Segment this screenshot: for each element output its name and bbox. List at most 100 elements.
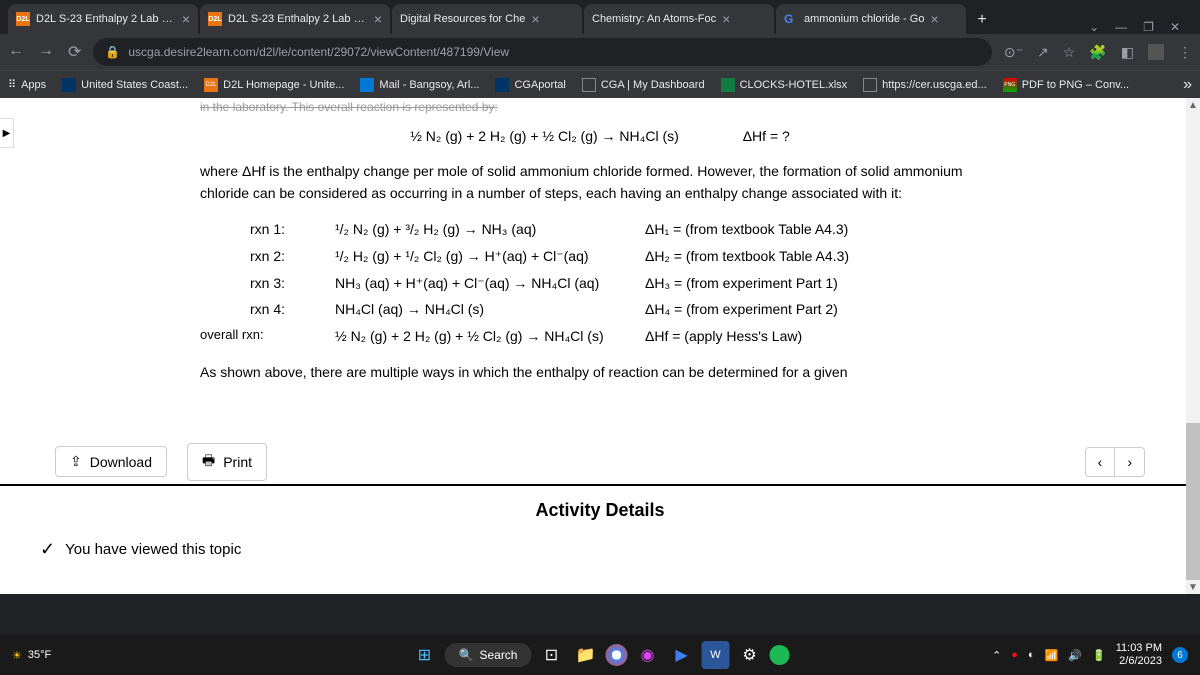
share-icon[interactable]: ↗ <box>1037 44 1049 61</box>
print-button[interactable]: 🖶 Print <box>187 443 267 481</box>
paragraph: where ΔHf is the enthalpy change per mol… <box>200 160 1000 205</box>
browser-tab[interactable]: G ammonium chloride - Go × <box>776 4 966 34</box>
battery-icon[interactable]: 🔋 <box>1092 649 1106 662</box>
temperature: 35°F <box>28 649 51 661</box>
reload-button[interactable]: ⟳ <box>68 42 81 62</box>
bookmark-item[interactable]: CGAportal <box>495 78 565 92</box>
reaction-row-overall: overall rxn: ½ N₂ (g) + 2 H₂ (g) + ½ Cl₂… <box>200 323 1000 350</box>
word-icon[interactable]: W <box>701 641 729 669</box>
new-tab-button[interactable]: + <box>968 6 996 34</box>
app-icon[interactable]: ▶ <box>667 641 695 669</box>
rxn-equation: ¹/₂ H₂ (g) + ¹/₂ Cl₂ (g) → H⁺(aq) + Cl⁻(… <box>335 243 645 270</box>
back-button[interactable]: ← <box>8 42 24 62</box>
bookmark-item[interactable]: United States Coast... <box>62 78 188 92</box>
rxn-label: rxn 2: <box>250 243 335 270</box>
reaction-row: rxn 2: ¹/₂ H₂ (g) + ¹/₂ Cl₂ (g) → H⁺(aq)… <box>250 243 1000 270</box>
bookmark-apps[interactable]: ⠿Apps <box>8 78 46 91</box>
maximize-icon[interactable]: ❐ <box>1143 20 1154 34</box>
pager: ‹ › <box>1085 447 1145 477</box>
prev-button[interactable]: ‹ <box>1086 448 1116 476</box>
close-icon[interactable]: × <box>182 11 190 27</box>
reaction-table: rxn 1: ¹/₂ N₂ (g) + ³/₂ H₂ (g) → NH₃ (aq… <box>250 216 1000 349</box>
delta-h-value: ΔHf = ? <box>743 128 790 144</box>
rxn-enthalpy: ΔH₂ = (from textbook Table A4.3) <box>645 243 849 270</box>
browser-tab-strip: D2L D2L S-23 Enthalpy 2 Lab Pack × D2L D… <box>0 0 1200 34</box>
favicon <box>863 78 877 92</box>
translate-icon[interactable]: ⊙⁻ <box>1004 44 1023 61</box>
sidebar-collapse-handle[interactable]: ▶ <box>0 118 14 148</box>
close-icon[interactable]: × <box>930 11 938 27</box>
notification-badge[interactable]: 6 <box>1172 647 1188 663</box>
close-icon[interactable]: × <box>374 11 382 27</box>
extension-icon[interactable]: 🧩 <box>1089 44 1106 61</box>
viewed-status: ✓ You have viewed this topic <box>0 531 1200 568</box>
search-box[interactable]: 🔍 Search <box>445 643 532 667</box>
rxn-enthalpy: ΔH₁ = (from textbook Table A4.3) <box>645 216 848 243</box>
volume-icon[interactable]: 🔊 <box>1068 649 1082 662</box>
tab-favicon: D2L <box>208 12 222 26</box>
explorer-icon[interactable]: 📁 <box>571 641 599 669</box>
task-view-icon[interactable]: ⊡ <box>537 641 565 669</box>
scroll-thumb[interactable] <box>1186 423 1200 580</box>
button-label: Download <box>90 454 152 470</box>
wifi-icon[interactable]: 📶 <box>1045 649 1059 662</box>
extension-icon[interactable] <box>1148 44 1164 60</box>
rxn-enthalpy: ΔHf = (apply Hess's Law) <box>645 323 802 350</box>
rxn-equation: NH₄Cl (aq) → NH₄Cl (s) <box>335 296 645 323</box>
favicon <box>360 78 374 92</box>
close-icon[interactable]: × <box>531 11 539 27</box>
settings-icon[interactable]: ⚙ <box>735 641 763 669</box>
forward-button[interactable]: → <box>38 42 54 62</box>
browser-tab[interactable]: D2L D2L S-23 Enthalpy 2 Lab Pack × <box>8 4 198 34</box>
address-bar[interactable]: 🔒 uscga.desire2learn.com/d2l/le/content/… <box>93 38 992 66</box>
close-icon[interactable]: ✕ <box>1170 20 1180 34</box>
search-placeholder: Search <box>479 648 517 662</box>
scroll-down-arrow[interactable]: ▼ <box>1186 580 1200 594</box>
download-button[interactable]: ⇪ Download <box>55 446 167 477</box>
clock[interactable]: 11:03 PM 2/6/2023 <box>1116 642 1162 668</box>
bookmark-label: PDF to PNG – Conv... <box>1022 79 1129 91</box>
rxn-label: rxn 3: <box>250 270 335 297</box>
last-visited: Last Visited Feb 6, 2023 10:31 PM <box>0 568 1200 594</box>
date-text: 2/6/2023 <box>1116 655 1162 668</box>
close-icon[interactable]: × <box>722 11 730 27</box>
chrome-icon[interactable] <box>605 644 627 666</box>
bookmark-item[interactable]: PNGPDF to PNG – Conv... <box>1003 78 1129 92</box>
restore-icon[interactable]: ◧ <box>1121 44 1134 61</box>
bookmark-item[interactable]: D2LD2L Homepage - Unite... <box>204 78 344 92</box>
bookmarks-bar: ⠿Apps United States Coast... D2LD2L Home… <box>0 70 1200 98</box>
start-button[interactable]: ⊞ <box>411 641 439 669</box>
button-label: Print <box>223 454 252 470</box>
lock-icon: 🔒 <box>105 45 120 59</box>
scroll-track[interactable] <box>1186 423 1200 580</box>
spotify-icon[interactable] <box>769 645 789 665</box>
windows-taskbar: ☀ 35°F ⊞ 🔍 Search ⊡ 📁 ◉ ▶ W ⚙ ⌃ ● ◐ 📶 🔊 … <box>0 635 1200 675</box>
tray-icon[interactable]: ● <box>1011 649 1018 661</box>
reaction-row: rxn 3: NH₃ (aq) + H⁺(aq) + Cl⁻(aq) → NH₄… <box>250 270 1000 297</box>
tab-title: D2L S-23 Enthalpy 2 Lab Pack <box>36 13 176 25</box>
reaction-row: rxn 4: NH₄Cl (aq) → NH₄Cl (s) ΔH₄ = (fro… <box>250 296 1000 323</box>
bookmarks-overflow[interactable]: » <box>1183 76 1192 94</box>
tray-expand-icon[interactable]: ⌃ <box>992 649 1001 662</box>
clipped-text: in the laboratory. This overall reaction… <box>200 98 1000 117</box>
app-icon[interactable]: ◉ <box>633 641 661 669</box>
chevron-down-icon[interactable]: ⌄ <box>1089 20 1099 34</box>
bookmark-icon[interactable]: ☆ <box>1063 44 1076 61</box>
tray-icon[interactable]: ◐ <box>1028 649 1035 661</box>
rxn-label: rxn 1: <box>250 216 335 243</box>
weather-widget[interactable]: ☀ 35°F <box>0 649 63 662</box>
bookmark-item[interactable]: CGA | My Dashboard <box>582 78 705 92</box>
page-content: ▶ in the laboratory. This overall reacti… <box>0 98 1200 594</box>
document-viewer[interactable]: in the laboratory. This overall reaction… <box>0 98 1200 438</box>
equation-text: ½ N₂ (g) + 2 H₂ (g) + ½ Cl₂ (g) → NH₄Cl … <box>410 128 679 144</box>
menu-icon[interactable]: ⋮ <box>1178 44 1192 61</box>
bookmark-item[interactable]: https://cer.uscga.ed... <box>863 78 987 92</box>
browser-tab[interactable]: Digital Resources for Che × <box>392 4 582 34</box>
browser-tab[interactable]: Chemistry: An Atoms-Foc × <box>584 4 774 34</box>
browser-tab[interactable]: D2L D2L S-23 Enthalpy 2 Lab Proc × <box>200 4 390 34</box>
next-button[interactable]: › <box>1115 448 1144 476</box>
bookmark-item[interactable]: CLOCKS-HOTEL.xlsx <box>721 78 848 92</box>
bookmark-item[interactable]: Mail - Bangsoy, Arl... <box>360 78 479 92</box>
minimize-icon[interactable]: — <box>1115 20 1127 34</box>
scroll-up-arrow[interactable]: ▲ <box>1186 98 1200 112</box>
